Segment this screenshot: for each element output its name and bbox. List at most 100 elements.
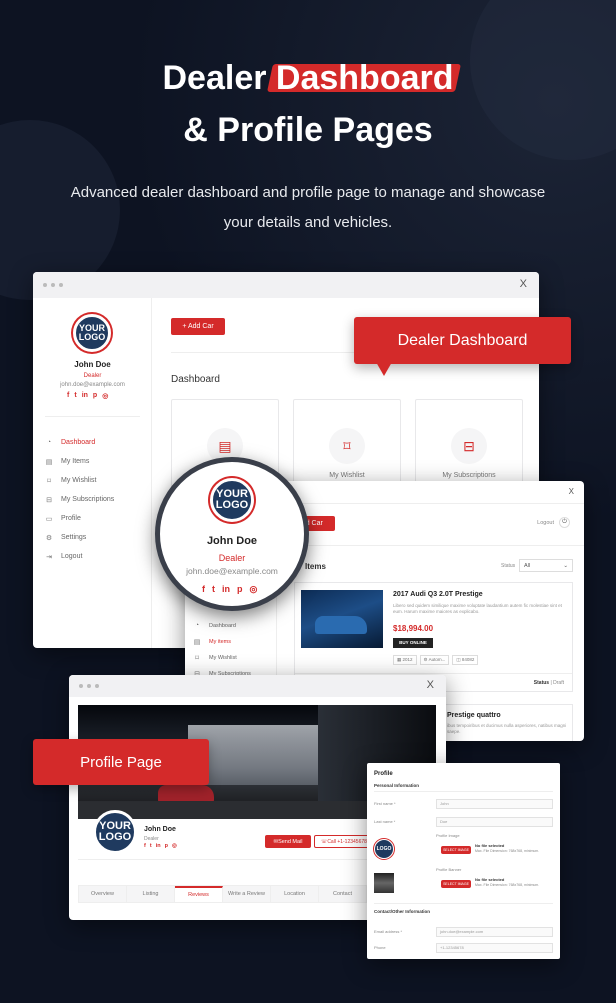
gear-icon: ⚙ [45,534,53,542]
select-profile-banner-button[interactable]: SELECT IMAGE [441,880,471,888]
send-mail-button[interactable]: ✉ Send Mail [265,835,311,848]
dealer-dashboard-callout: Dealer Dashboard [354,317,571,364]
email-input[interactable]: john.doe@example.com [436,927,553,937]
sidebar-item-my-wishlist[interactable]: ⌑ My Wishlist [193,650,251,666]
logo-avatar: YOUR LOGO [73,314,111,352]
last-name-input[interactable]: Doe [436,817,553,827]
items-sidebar-nav: ◔Dashboard ▤My items ⌑My Wishlist ⊟My Su… [193,618,251,682]
listing-title[interactable]: 2017 Audi Q3 2.0T Prestige [393,591,483,598]
listing-description: ibus tempoiribus et ducimus nulla asperi… [447,723,567,734]
sidebar-item-profile[interactable]: ▭ Profile [45,509,114,528]
profile-banner-hint: Max. File Dimension: 768x768, minimum. [475,883,540,887]
sidebar-item-logout[interactable]: ⇥ Logout [45,547,114,566]
user-role: Dealer [83,373,102,379]
year-spec: ▦ 2012 [393,655,417,665]
facebook-icon[interactable]: f [144,843,146,849]
twitter-icon[interactable]: t [150,843,152,849]
logo-avatar: YOUR LOGO [210,478,254,522]
phone-input[interactable]: +1-12345678 [436,943,553,953]
status-filter-label: Status [501,563,516,569]
sidebar-item-settings[interactable]: ⚙ Settings [45,528,114,547]
profile-form-window: Profile Personal Information First name … [367,763,560,959]
profile-banner-preview [374,873,394,893]
dealer-name: John Doe [144,826,176,833]
gauge-icon: ◔ [46,438,52,446]
instagram-icon[interactable]: ◎ [102,392,108,400]
add-car-button[interactable]: + Add Car [171,318,225,335]
dashboard-heading: Dashboard [171,374,220,385]
tab-reviews[interactable]: Reviews [175,886,223,902]
user-name: John Doe [206,535,258,547]
car-icon: ⊟ [46,496,52,504]
linkedin-icon[interactable]: in [222,584,230,595]
dealer-role: Dealer [144,836,159,842]
sidebar-nav: ◔ Dashboard ▤ My Items ⌑ My Wishlist ⊟ My Su… [45,433,115,566]
linkedin-icon[interactable]: in [156,843,161,849]
call-button[interactable]: ☏ Call +1-12345678 [314,835,374,848]
hero-title-line1: Dealer Dashboard [0,52,616,104]
section-personal-info: Personal Information [374,783,420,788]
facebook-icon[interactable]: f [202,584,205,595]
facebook-icon[interactable]: f [67,392,69,400]
sidebar-item-my-wishlist[interactable]: ⌑ My Wishlist [45,471,114,490]
profile-banner-status: No file selected [475,877,505,882]
status-filter-select[interactable]: All ⌄ [519,559,573,572]
sidebar-item-dashboard[interactable]: ◔ Dashboard [193,618,251,634]
mileage-spec: ◫ 84082 [452,655,479,665]
profile-image-preview: LOGO [374,839,394,859]
hero-title-highlight: Dashboard [276,52,454,104]
callout-pointer [376,362,392,376]
twitter-icon[interactable]: t [74,392,76,400]
tab-contact[interactable]: Contact [319,886,367,902]
phone-label: Phone [374,945,386,950]
twitter-icon[interactable]: t [212,584,215,595]
instagram-icon[interactable]: ◎ [172,843,177,849]
close-button[interactable]: X [427,679,434,691]
window-dots [79,684,99,688]
listing-price: $18,994.00 [393,624,434,633]
logout-link[interactable]: Logout [537,520,554,526]
buy-online-button[interactable]: BUY ONLINE [393,638,433,648]
close-button[interactable]: X [520,278,527,290]
pinterest-icon[interactable]: p [93,392,97,400]
bookmark-icon: ⌑ [47,477,51,485]
sidebar-item-my-items[interactable]: ▤ My Items [45,452,114,471]
tab-listing[interactable]: Listing [127,886,175,902]
tab-overview[interactable]: Overview [79,886,127,902]
instagram-icon[interactable]: ◎ [250,584,258,595]
sidebar-item-my-subscriptions[interactable]: ⊟My Subscriptions [45,490,114,509]
profile-banner-label: Profile Banner [436,867,462,872]
divider [374,903,553,904]
divider [295,673,572,674]
listing-title[interactable]: Prestige quattro [447,712,501,719]
zoom-magnifier: YOUR LOGO John Doe Dealer john.doe@exampl… [155,457,309,611]
linkedin-icon[interactable]: in [82,392,88,400]
profile-image-label: Profile Image [436,833,460,838]
user-email: john.doe@example.com [60,382,125,388]
form-title: Profile [374,771,393,777]
bookmark-icon: ⌑ [329,428,365,464]
select-profile-image-button[interactable]: SELECT IMAGE [441,846,471,854]
sidebar-item-my-items[interactable]: ▤ My items [193,634,251,650]
power-icon[interactable]: ⏻ [559,517,570,528]
sidebar-item-dashboard[interactable]: ◔ Dashboard [45,433,114,452]
tab-write-review[interactable]: Write a Review [223,886,271,902]
profile-page-callout: Profile Page [33,739,209,785]
divider [45,416,140,417]
id-card-icon: ▭ [45,515,53,523]
car-thumbnail[interactable] [301,590,383,648]
pinterest-icon[interactable]: p [165,843,168,849]
divider [374,791,553,792]
first-name-input[interactable]: John [436,799,553,809]
profile-image-status: No file selected [475,843,505,848]
list-icon: ▤ [45,458,53,466]
tab-location[interactable]: Location [271,886,319,902]
hero-subtitle: Advanced dealer dashboard and profile pa… [70,184,546,231]
listing-status: Status | Draft [533,680,564,686]
transmission-spec: ⚙ Autom... [419,655,450,665]
user-email: john.doe@example.com [186,566,278,576]
listing-description: Libero sed quidem similique maxime volup… [393,603,562,614]
pinterest-icon[interactable]: p [237,584,243,595]
close-button[interactable]: X [569,487,574,496]
window-dots [43,283,63,287]
